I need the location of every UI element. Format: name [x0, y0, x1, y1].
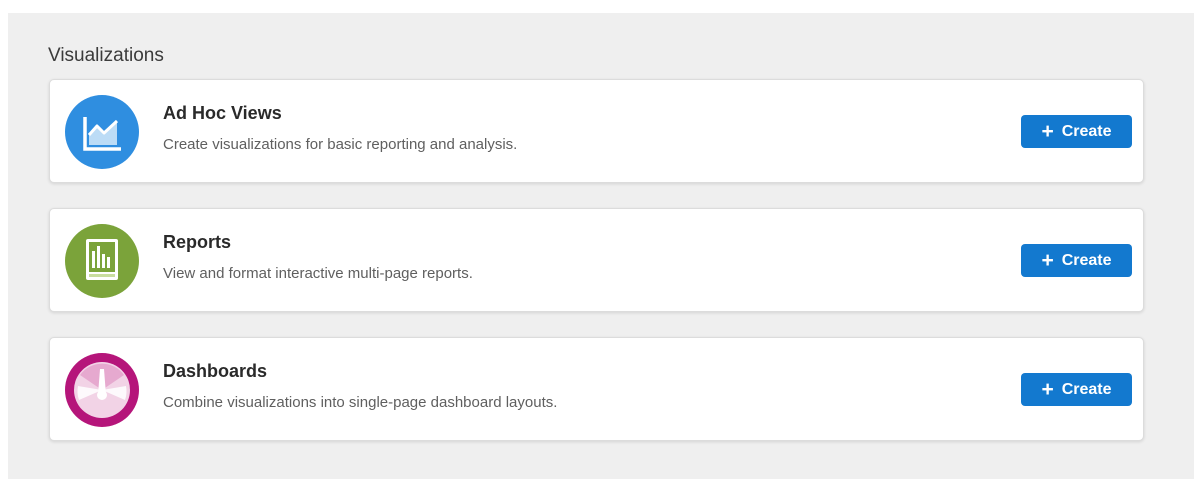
- report-bar-chart-icon: [65, 224, 139, 298]
- plus-icon: +: [1041, 120, 1054, 143]
- card-dashboards: Dashboards Combine visualizations into s…: [49, 337, 1144, 441]
- card-reports: Reports View and format interactive mult…: [49, 208, 1144, 312]
- gauge-icon: [65, 353, 139, 427]
- create-dashboard-button[interactable]: + Create: [1021, 373, 1132, 406]
- create-label: Create: [1061, 380, 1112, 398]
- card-ad-hoc-views: Ad Hoc Views Create visualizations for b…: [49, 79, 1144, 183]
- create-report-button[interactable]: + Create: [1021, 244, 1132, 277]
- create-ad-hoc-view-button[interactable]: + Create: [1021, 115, 1132, 148]
- plus-icon: +: [1041, 378, 1054, 401]
- card-title: Ad Hoc Views: [163, 103, 282, 123]
- plus-icon: +: [1041, 249, 1054, 272]
- create-label: Create: [1061, 251, 1112, 269]
- card-title: Dashboards: [163, 361, 268, 381]
- card-description: Create visualizations for basic reportin…: [163, 136, 518, 153]
- line-chart-icon: [65, 95, 139, 169]
- card-description: Combine visualizations into single-page …: [163, 394, 558, 411]
- section-title: Visualizations: [48, 45, 164, 66]
- visualizations-panel: Visualizations Ad Hoc Views Create visua…: [8, 13, 1194, 479]
- card-description: View and format interactive multi-page r…: [163, 265, 473, 282]
- create-label: Create: [1061, 122, 1112, 140]
- card-title: Reports: [163, 232, 232, 252]
